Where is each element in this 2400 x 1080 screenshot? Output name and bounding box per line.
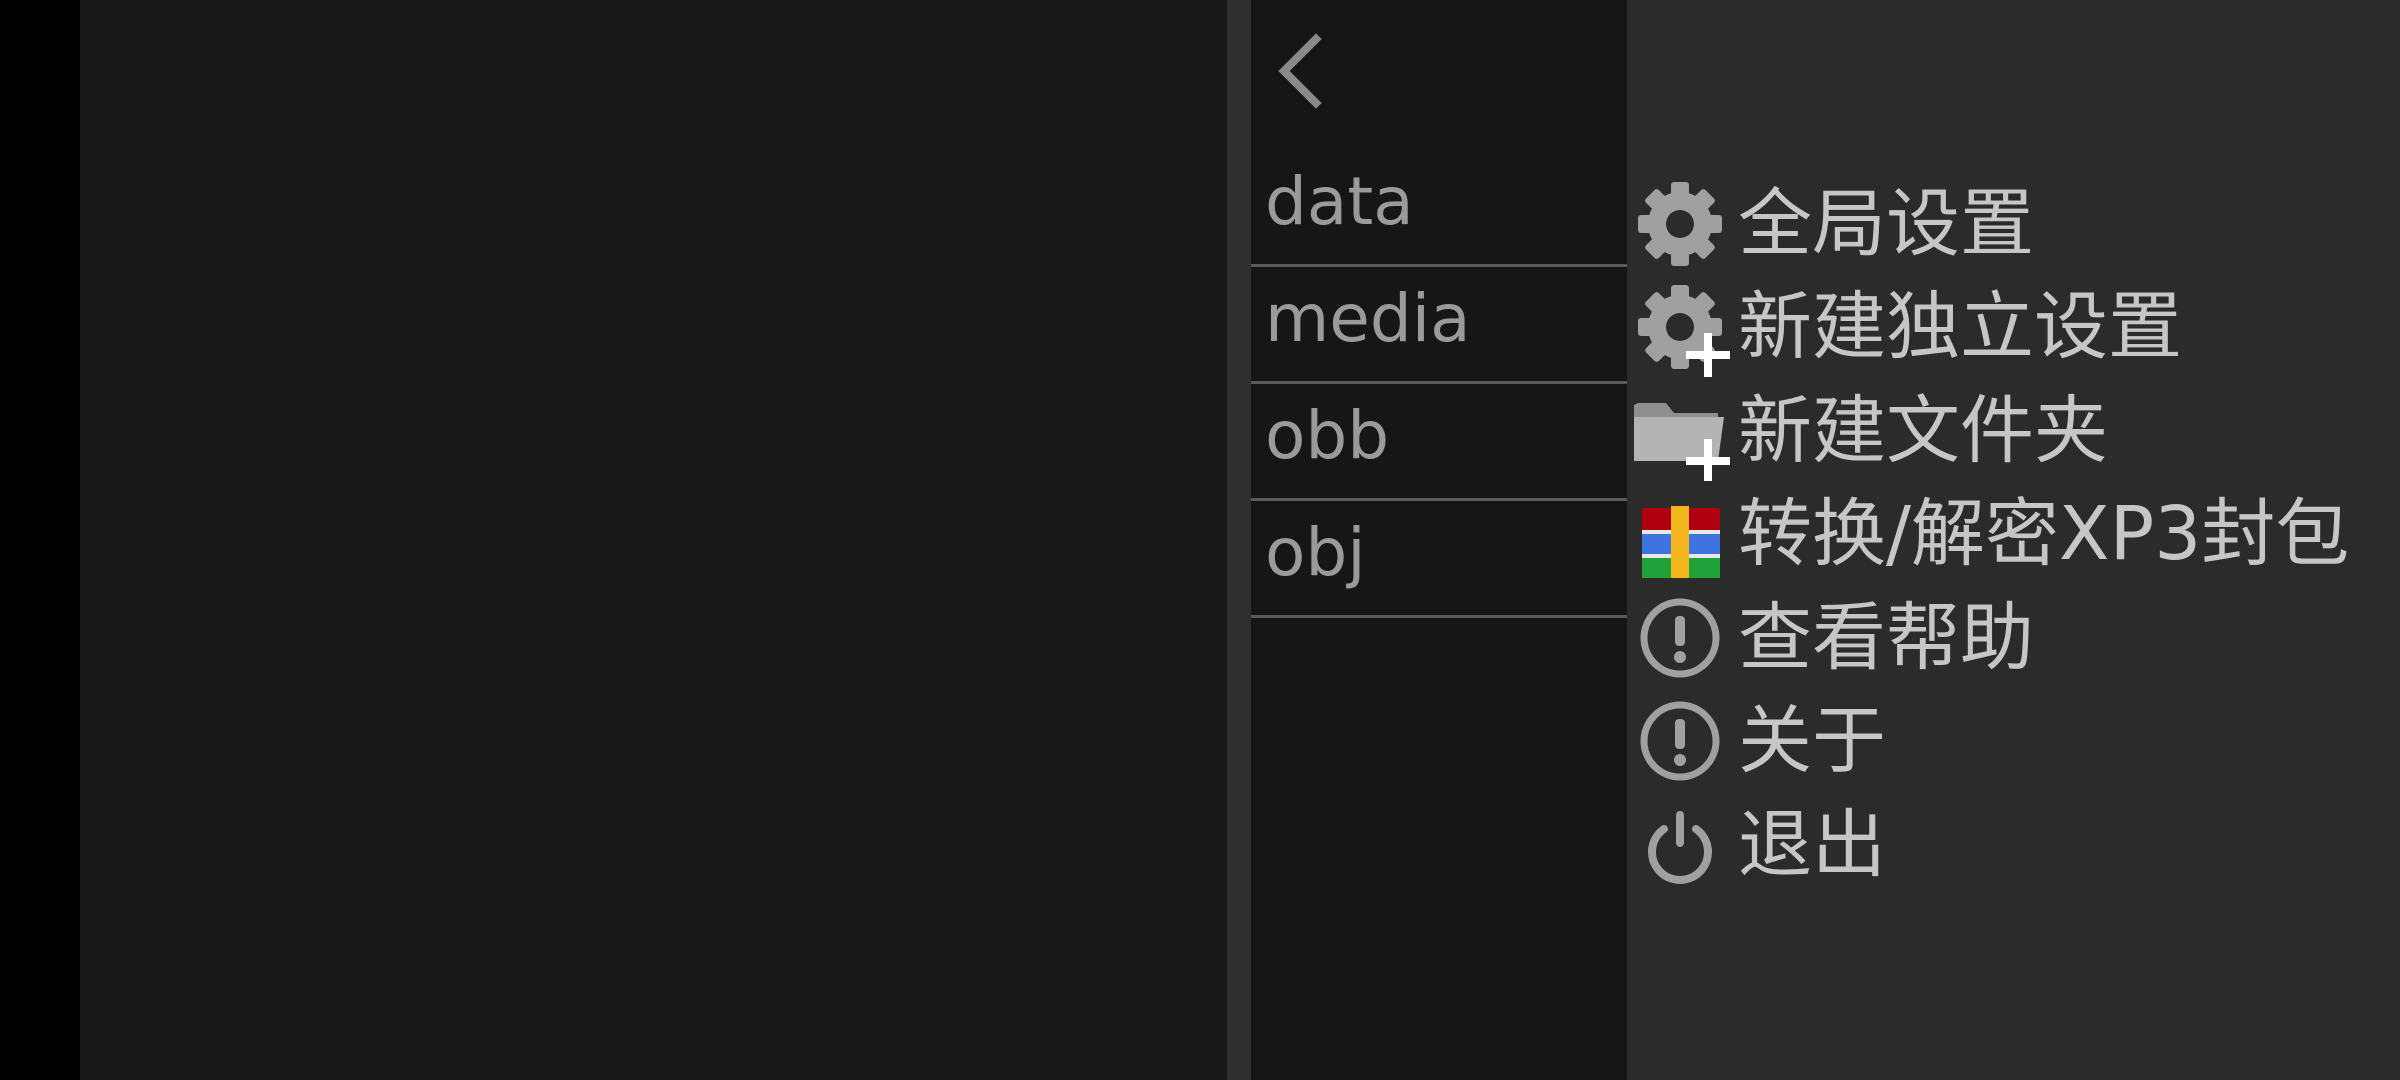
menu-item-label: 查看帮助	[1738, 594, 2034, 681]
options-menu-list: 全局设置 新建独立设置 新建文件夹 转换/解密XP3封包 查看帮助 关于 退出	[1630, 172, 2349, 897]
file-item-label: obj	[1265, 514, 1366, 591]
info-circle-icon	[1630, 588, 1730, 688]
left-edge-strip	[0, 0, 80, 1080]
file-item-data[interactable]: data	[1251, 150, 1627, 267]
menu-item-label: 关于	[1738, 698, 1886, 785]
file-item-obb[interactable]: obb	[1251, 384, 1627, 501]
menu-item-global-settings[interactable]: 全局设置	[1630, 172, 2349, 276]
file-item-label: media	[1265, 280, 1471, 357]
pane-divider[interactable]	[1227, 0, 1251, 1080]
menu-item-about[interactable]: 关于	[1630, 690, 2349, 794]
chevron-left-icon	[1278, 33, 1322, 109]
xp3-package-icon	[1630, 484, 1730, 584]
menu-item-label: 新建独立设置	[1738, 284, 2182, 371]
menu-item-new-standalone-settings[interactable]: 新建独立设置	[1630, 276, 2349, 380]
menu-item-label: 新建文件夹	[1738, 387, 2108, 474]
file-item-label: data	[1265, 163, 1414, 240]
file-item-obj[interactable]: obj	[1251, 501, 1627, 618]
main-content-area	[80, 0, 1227, 1080]
file-list: data media obb obj	[1251, 150, 1627, 618]
menu-item-exit[interactable]: 退出	[1630, 793, 2349, 897]
menu-item-help[interactable]: 查看帮助	[1630, 586, 2349, 690]
menu-item-label: 转换/解密XP3封包	[1738, 491, 2350, 578]
menu-item-new-folder[interactable]: 新建文件夹	[1630, 379, 2349, 483]
back-button[interactable]	[1260, 28, 1340, 114]
menu-item-convert-xp3[interactable]: 转换/解密XP3封包	[1630, 483, 2349, 587]
file-item-media[interactable]: media	[1251, 267, 1627, 384]
info-circle-icon	[1630, 691, 1730, 791]
gear-plus-icon	[1630, 277, 1730, 378]
file-item-label: obb	[1265, 397, 1390, 474]
power-icon	[1630, 795, 1730, 895]
folder-plus-icon	[1630, 381, 1730, 481]
menu-item-label: 退出	[1738, 801, 1886, 888]
menu-item-label: 全局设置	[1738, 180, 2034, 267]
gear-icon	[1630, 174, 1730, 274]
